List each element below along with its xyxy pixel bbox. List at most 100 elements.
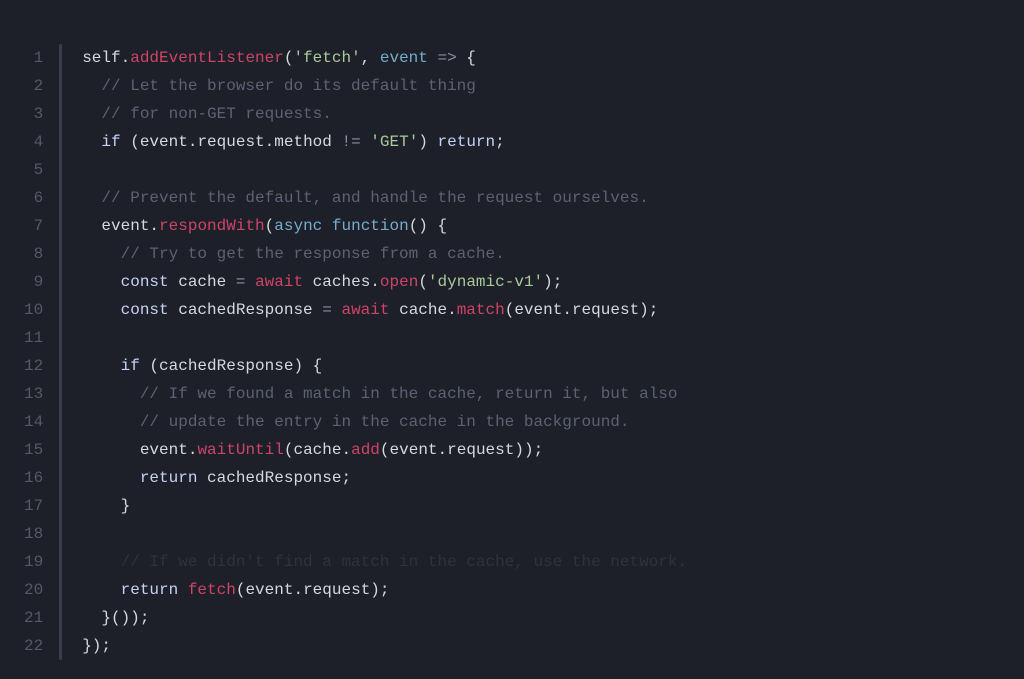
code-token (82, 273, 120, 291)
code-token: . (562, 301, 572, 319)
code-token (82, 581, 120, 599)
code-token: () { (409, 217, 447, 235)
code-token: . (293, 581, 303, 599)
code-token: waitUntil (197, 441, 283, 459)
code-token (361, 133, 371, 151)
code-line[interactable]: // Let the browser do its default thing (82, 72, 687, 100)
code-token: cachedResponse (169, 301, 323, 319)
code-token: add (351, 441, 380, 459)
code-line[interactable]: if (event.request.method != 'GET') retur… (82, 128, 687, 156)
code-token: ); (639, 301, 658, 319)
code-token: const (121, 301, 169, 319)
code-area: 12345678910111213141516171819202122 self… (24, 44, 1024, 660)
line-number-gutter: 12345678910111213141516171819202122 (24, 44, 59, 660)
code-token (82, 189, 101, 207)
line-number: 21 (24, 604, 43, 632)
code-line[interactable]: event.respondWith(async function() { (82, 212, 687, 240)
code-token: event (101, 217, 149, 235)
code-token: event (140, 441, 188, 459)
code-line[interactable]: event.waitUntil(cache.add(event.request)… (82, 436, 687, 464)
code-token: => (438, 49, 457, 67)
gutter-rule (59, 44, 62, 660)
code-token: cache (293, 441, 341, 459)
code-token: }()); (82, 609, 149, 627)
line-number: 2 (24, 72, 43, 100)
code-token (82, 413, 140, 431)
code-token (82, 301, 120, 319)
code-line[interactable]: // Prevent the default, and handle the r… (82, 184, 687, 212)
code-line[interactable] (82, 520, 687, 548)
code-token (82, 357, 120, 375)
code-token: ( (505, 301, 515, 319)
code-token: const (121, 273, 169, 291)
code-token: method (274, 133, 332, 151)
line-number: 10 (24, 296, 43, 324)
code-line[interactable] (82, 156, 687, 184)
code-token: ( (236, 581, 246, 599)
code-token: . (370, 273, 380, 291)
code-line[interactable]: // If we didn't find a match in the cach… (82, 548, 687, 576)
code-token: ) { (293, 357, 322, 375)
code-token: request (197, 133, 264, 151)
code-token: . (265, 133, 275, 151)
code-token: 'fetch' (293, 49, 360, 67)
code-token: // If we didn't find a match in the cach… (121, 553, 688, 571)
code-token: request (303, 581, 370, 599)
code-line[interactable]: // update the entry in the cache in the … (82, 408, 687, 436)
code-line[interactable]: self.addEventListener('fetch', event => … (82, 44, 687, 72)
code-lines[interactable]: self.addEventListener('fetch', event => … (82, 44, 687, 660)
code-token: request (572, 301, 639, 319)
code-token: open (380, 273, 418, 291)
line-number: 22 (24, 632, 43, 660)
code-line[interactable]: }()); (82, 604, 687, 632)
line-number: 16 (24, 464, 43, 492)
code-token: // update the entry in the cache in the … (140, 413, 630, 431)
code-line[interactable]: if (cachedResponse) { (82, 352, 687, 380)
code-token: addEventListener (130, 49, 284, 67)
code-token: 'dynamic-v1' (428, 273, 543, 291)
code-token (82, 77, 101, 95)
code-token: cachedResponse (159, 357, 293, 375)
code-token: caches (303, 273, 370, 291)
code-token (82, 105, 101, 123)
code-token: // If we found a match in the cache, ret… (140, 385, 678, 403)
code-token (245, 273, 255, 291)
code-token: ( (418, 273, 428, 291)
line-number: 18 (24, 520, 43, 548)
code-line[interactable]: }); (82, 632, 687, 660)
code-token: } (82, 497, 130, 515)
code-line[interactable]: return fetch(event.request); (82, 576, 687, 604)
code-token: ( (380, 441, 390, 459)
code-token (428, 49, 438, 67)
code-line[interactable]: const cache = await caches.open('dynamic… (82, 268, 687, 296)
code-token: if (121, 357, 140, 375)
code-token: ( (284, 49, 294, 67)
line-number: 3 (24, 100, 43, 128)
code-token: , (361, 49, 380, 67)
code-line[interactable]: return cachedResponse; (82, 464, 687, 492)
code-token: . (447, 301, 457, 319)
code-line[interactable] (82, 324, 687, 352)
code-token: function (332, 217, 409, 235)
code-token: // Try to get the response from a cache. (121, 245, 505, 263)
code-token: event (390, 441, 438, 459)
code-line[interactable]: const cachedResponse = await cache.match… (82, 296, 687, 324)
code-line[interactable]: // Try to get the response from a cache. (82, 240, 687, 268)
code-token (82, 245, 120, 263)
line-number: 5 (24, 156, 43, 184)
code-token: . (438, 441, 448, 459)
code-token: event (380, 49, 428, 67)
code-token: fetch (188, 581, 236, 599)
code-line[interactable]: // for non-GET requests. (82, 100, 687, 128)
code-token (178, 581, 188, 599)
code-token: . (188, 441, 198, 459)
code-token: event (245, 581, 293, 599)
code-token: . (341, 441, 351, 459)
code-line[interactable]: } (82, 492, 687, 520)
code-token: )); (514, 441, 543, 459)
code-token: { (457, 49, 476, 67)
code-line[interactable]: // If we found a match in the cache, ret… (82, 380, 687, 408)
code-token: await (255, 273, 303, 291)
line-number: 14 (24, 408, 43, 436)
code-token: await (341, 301, 389, 319)
